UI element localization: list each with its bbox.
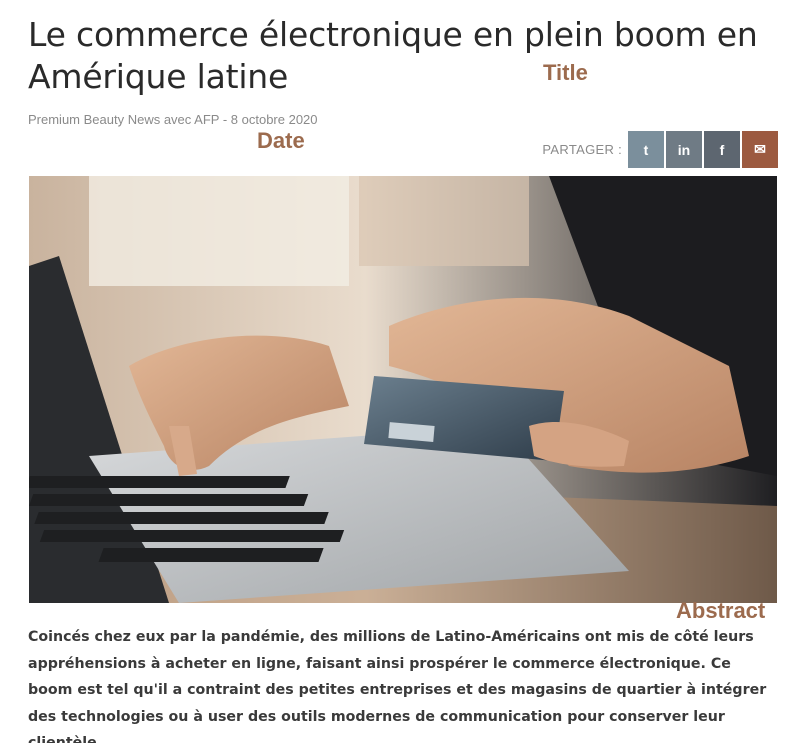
annotation-title-tag: Title xyxy=(543,60,588,85)
share-facebook-button[interactable]: f xyxy=(704,131,740,168)
hero-illustration xyxy=(29,176,777,603)
share-twitter-button[interactable]: t xyxy=(628,131,664,168)
share-label: PARTAGER : xyxy=(542,142,622,157)
share-bar: PARTAGER : t in f ✉ xyxy=(542,131,778,168)
annotation-abstract-tag: Abstract xyxy=(676,598,766,623)
twitter-icon: t xyxy=(643,141,649,158)
article-title: Le commerce électronique en plein boom e… xyxy=(28,15,758,96)
mail-icon: ✉ xyxy=(754,141,766,157)
share-mail-button[interactable]: ✉ xyxy=(742,131,778,168)
linkedin-icon: in xyxy=(677,141,691,158)
annotation-date-tag: Date xyxy=(257,128,305,153)
article-byline: Premium Beauty News avec AFP - 8 octobre… xyxy=(28,112,318,127)
facebook-icon: f xyxy=(719,141,725,158)
hero-image xyxy=(29,176,777,603)
share-linkedin-button[interactable]: in xyxy=(666,131,702,168)
article-abstract: Coincés chez eux par la pandémie, des mi… xyxy=(28,629,767,743)
